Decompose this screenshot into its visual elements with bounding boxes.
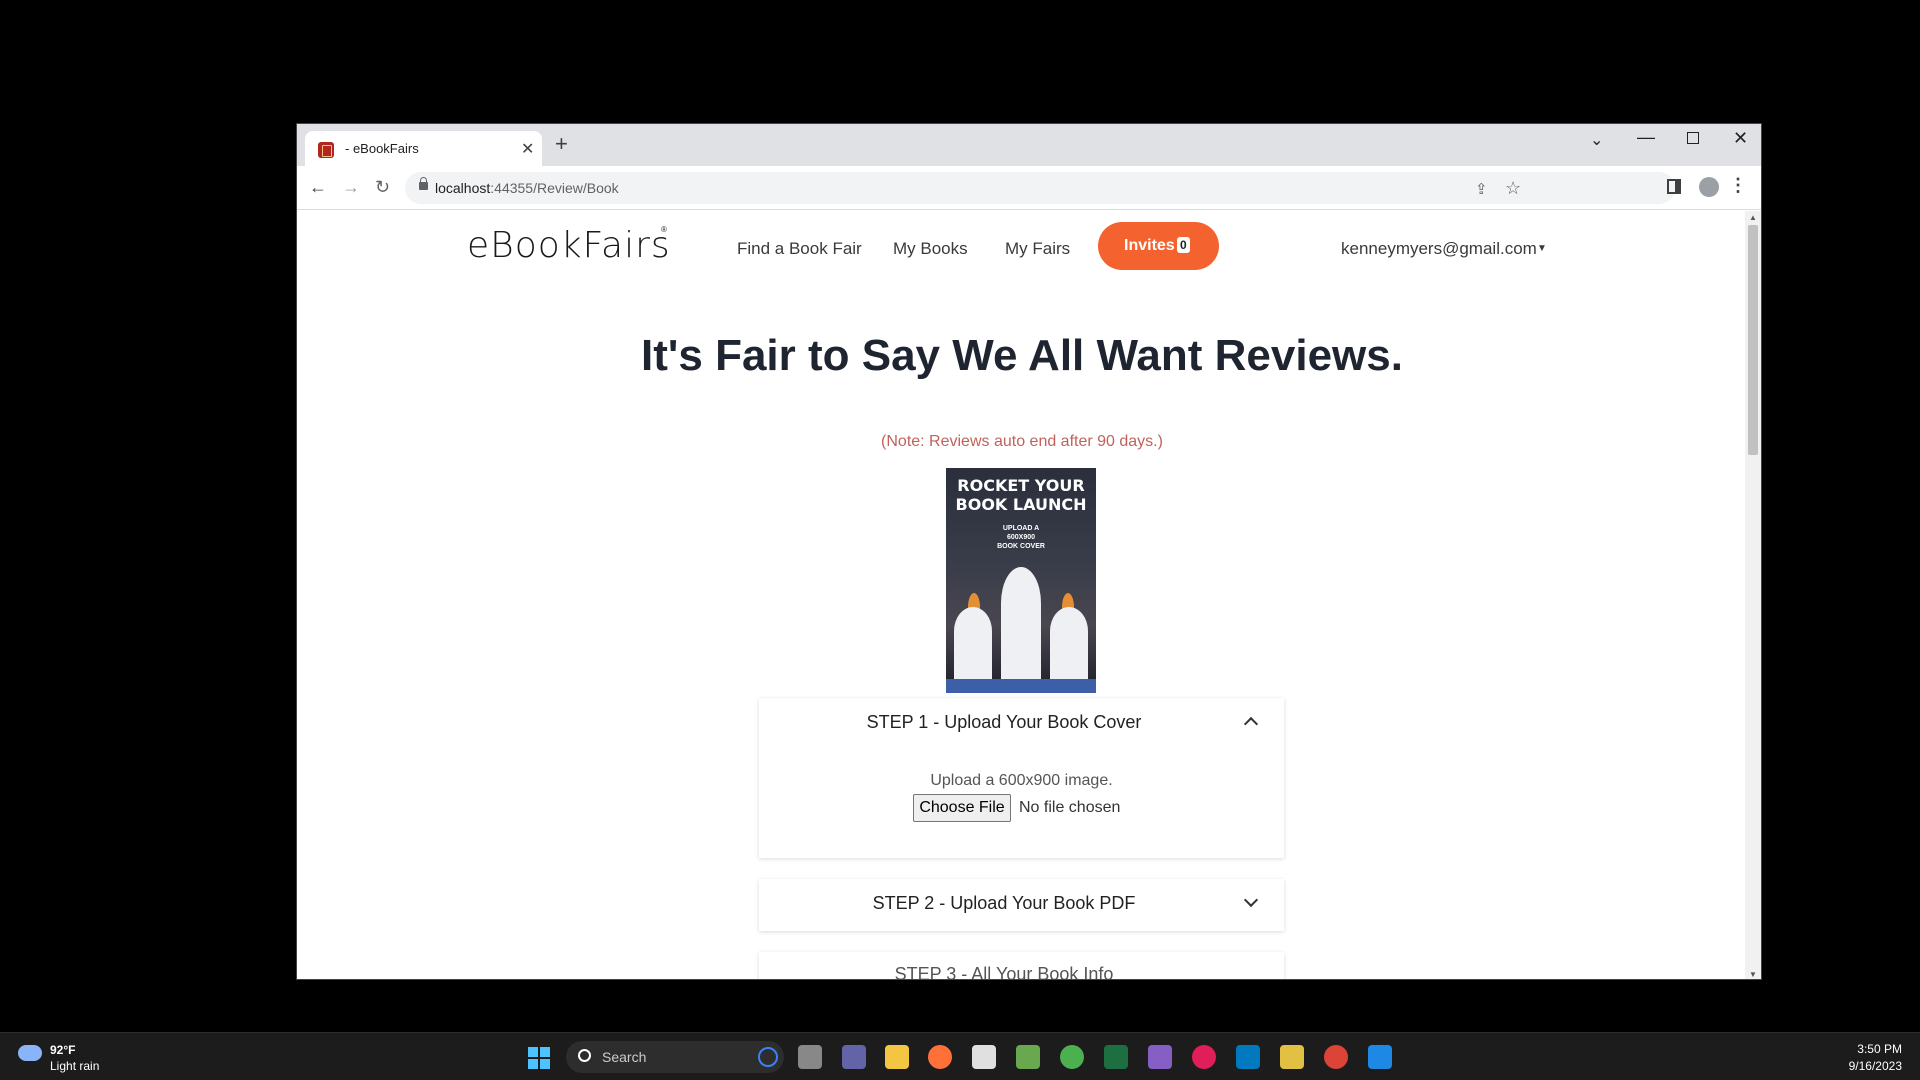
- weather-description[interactable]: Light rain: [50, 1059, 99, 1073]
- step3-panel[interactable]: STEP 3 - All Your Book Info: [759, 952, 1284, 979]
- tab-search-chevron-icon[interactable]: ⌄: [1590, 130, 1603, 150]
- file-explorer-icon[interactable]: [885, 1045, 909, 1069]
- windows-start-icon[interactable]: [528, 1047, 550, 1069]
- app-icon-yellow[interactable]: [1280, 1045, 1304, 1069]
- nav-my-fairs[interactable]: My Fairs: [1005, 239, 1070, 259]
- book-cover-image: ROCKET YOUR BOOK LAUNCH UPLOAD A 600X900…: [946, 468, 1096, 693]
- app-icon-blue[interactable]: [1368, 1045, 1392, 1069]
- browser-toolbar: ← → ↻ localhost:44355/Review/Book ⇪ ☆ ⋮: [297, 166, 1761, 210]
- choose-file-button[interactable]: Choose File: [913, 794, 1011, 822]
- maximize-button[interactable]: [1687, 132, 1699, 144]
- scroll-up-icon[interactable]: ▲: [1749, 213, 1757, 222]
- nav-find-book-fair[interactable]: Find a Book Fair: [737, 239, 862, 259]
- browser-window: - eBookFairs ✕ + ⌄ — ✕ ← → ↻ localhost:4…: [296, 123, 1762, 980]
- step3-header[interactable]: STEP 3 - All Your Book Info: [759, 964, 1249, 979]
- teams-icon[interactable]: [842, 1045, 866, 1069]
- share-icon[interactable]: ⇪: [1475, 180, 1488, 198]
- app-icon-green[interactable]: [1016, 1045, 1040, 1069]
- weather-cloud-icon[interactable]: [18, 1045, 42, 1061]
- chevron-up-icon[interactable]: [1244, 714, 1258, 728]
- ebookfairs-favicon-icon: [318, 142, 334, 158]
- taskbar-search[interactable]: Search: [566, 1041, 784, 1073]
- review-note: (Note: Reviews auto end after 90 days.): [881, 433, 1163, 450]
- visual-studio-icon[interactable]: [1148, 1045, 1172, 1069]
- trello-icon[interactable]: [1236, 1045, 1260, 1069]
- back-arrow-icon[interactable]: ←: [309, 178, 327, 196]
- task-view-icon[interactable]: [798, 1045, 822, 1069]
- file-status: No file chosen: [1019, 799, 1121, 816]
- invites-count-badge: 0: [1177, 237, 1190, 253]
- kebab-menu-icon[interactable]: ⋮: [1729, 176, 1747, 194]
- taskbar: 92°F Light rain Search 3:50 PM 9/16/2023: [0, 1032, 1920, 1080]
- chrome-active-icon[interactable]: [1324, 1045, 1348, 1069]
- search-icon: [578, 1049, 591, 1062]
- chevron-down-icon[interactable]: [1244, 895, 1258, 909]
- upload-hint: Upload a 600x900 image.: [930, 772, 1113, 789]
- lock-icon[interactable]: [419, 177, 428, 190]
- step1-panel: STEP 1 - Upload Your Book Cover Upload a…: [759, 698, 1284, 858]
- bookmark-star-icon[interactable]: ☆: [1505, 178, 1521, 199]
- desktop: - eBookFairs ✕ + ⌄ — ✕ ← → ↻ localhost:4…: [0, 0, 1920, 1080]
- profile-avatar-icon[interactable]: [1699, 177, 1719, 197]
- page-content: eBookFairs ® Find a Book Fair My Books M…: [297, 211, 1747, 979]
- minimize-button[interactable]: —: [1637, 127, 1655, 148]
- app-icon-x[interactable]: [972, 1045, 996, 1069]
- tab-close-icon[interactable]: ✕: [521, 139, 534, 159]
- scroll-down-icon[interactable]: ▼: [1749, 970, 1757, 979]
- slack-icon[interactable]: [1192, 1045, 1216, 1069]
- close-window-button[interactable]: ✕: [1733, 128, 1748, 149]
- nav-my-books[interactable]: My Books: [893, 239, 968, 259]
- forward-arrow-icon[interactable]: →: [342, 178, 360, 196]
- clock-date[interactable]: 9/16/2023: [1838, 1059, 1902, 1073]
- chrome-icon[interactable]: [1060, 1045, 1084, 1069]
- weather-temperature[interactable]: 92°F: [50, 1043, 75, 1057]
- tab-title: - eBookFairs: [345, 141, 419, 156]
- caret-down-icon[interactable]: ▼: [1537, 243, 1547, 254]
- page-scrollbar[interactable]: ▲ ▼: [1745, 211, 1761, 979]
- step2-header[interactable]: STEP 2 - Upload Your Book PDF: [759, 893, 1249, 914]
- step1-header[interactable]: STEP 1 - Upload Your Book Cover: [759, 712, 1249, 733]
- scroll-thumb[interactable]: [1748, 225, 1758, 455]
- page-title: It's Fair to Say We All Want Reviews.: [641, 331, 1403, 380]
- excel-icon[interactable]: [1104, 1045, 1128, 1069]
- bing-icon[interactable]: [758, 1047, 778, 1067]
- user-menu[interactable]: kenneymyers@gmail.com: [1341, 239, 1537, 259]
- clock-time[interactable]: 3:50 PM: [1854, 1042, 1902, 1056]
- browser-tab[interactable]: - eBookFairs ✕: [305, 131, 542, 166]
- url-text[interactable]: localhost:44355/Review/Book: [435, 180, 619, 196]
- site-logo[interactable]: eBookFairs ®: [467, 225, 670, 266]
- new-tab-button[interactable]: +: [555, 133, 568, 155]
- address-bar[interactable]: localhost:44355/Review/Book ⇪ ☆: [405, 172, 1675, 204]
- side-panel-icon[interactable]: [1667, 179, 1681, 194]
- invites-button[interactable]: Invites 0: [1098, 222, 1219, 270]
- firefox-icon[interactable]: [928, 1045, 952, 1069]
- reload-icon[interactable]: ↻: [375, 178, 390, 196]
- tab-strip: - eBookFairs ✕ + ⌄ — ✕: [297, 124, 1761, 166]
- step2-panel[interactable]: STEP 2 - Upload Your Book PDF: [759, 879, 1284, 931]
